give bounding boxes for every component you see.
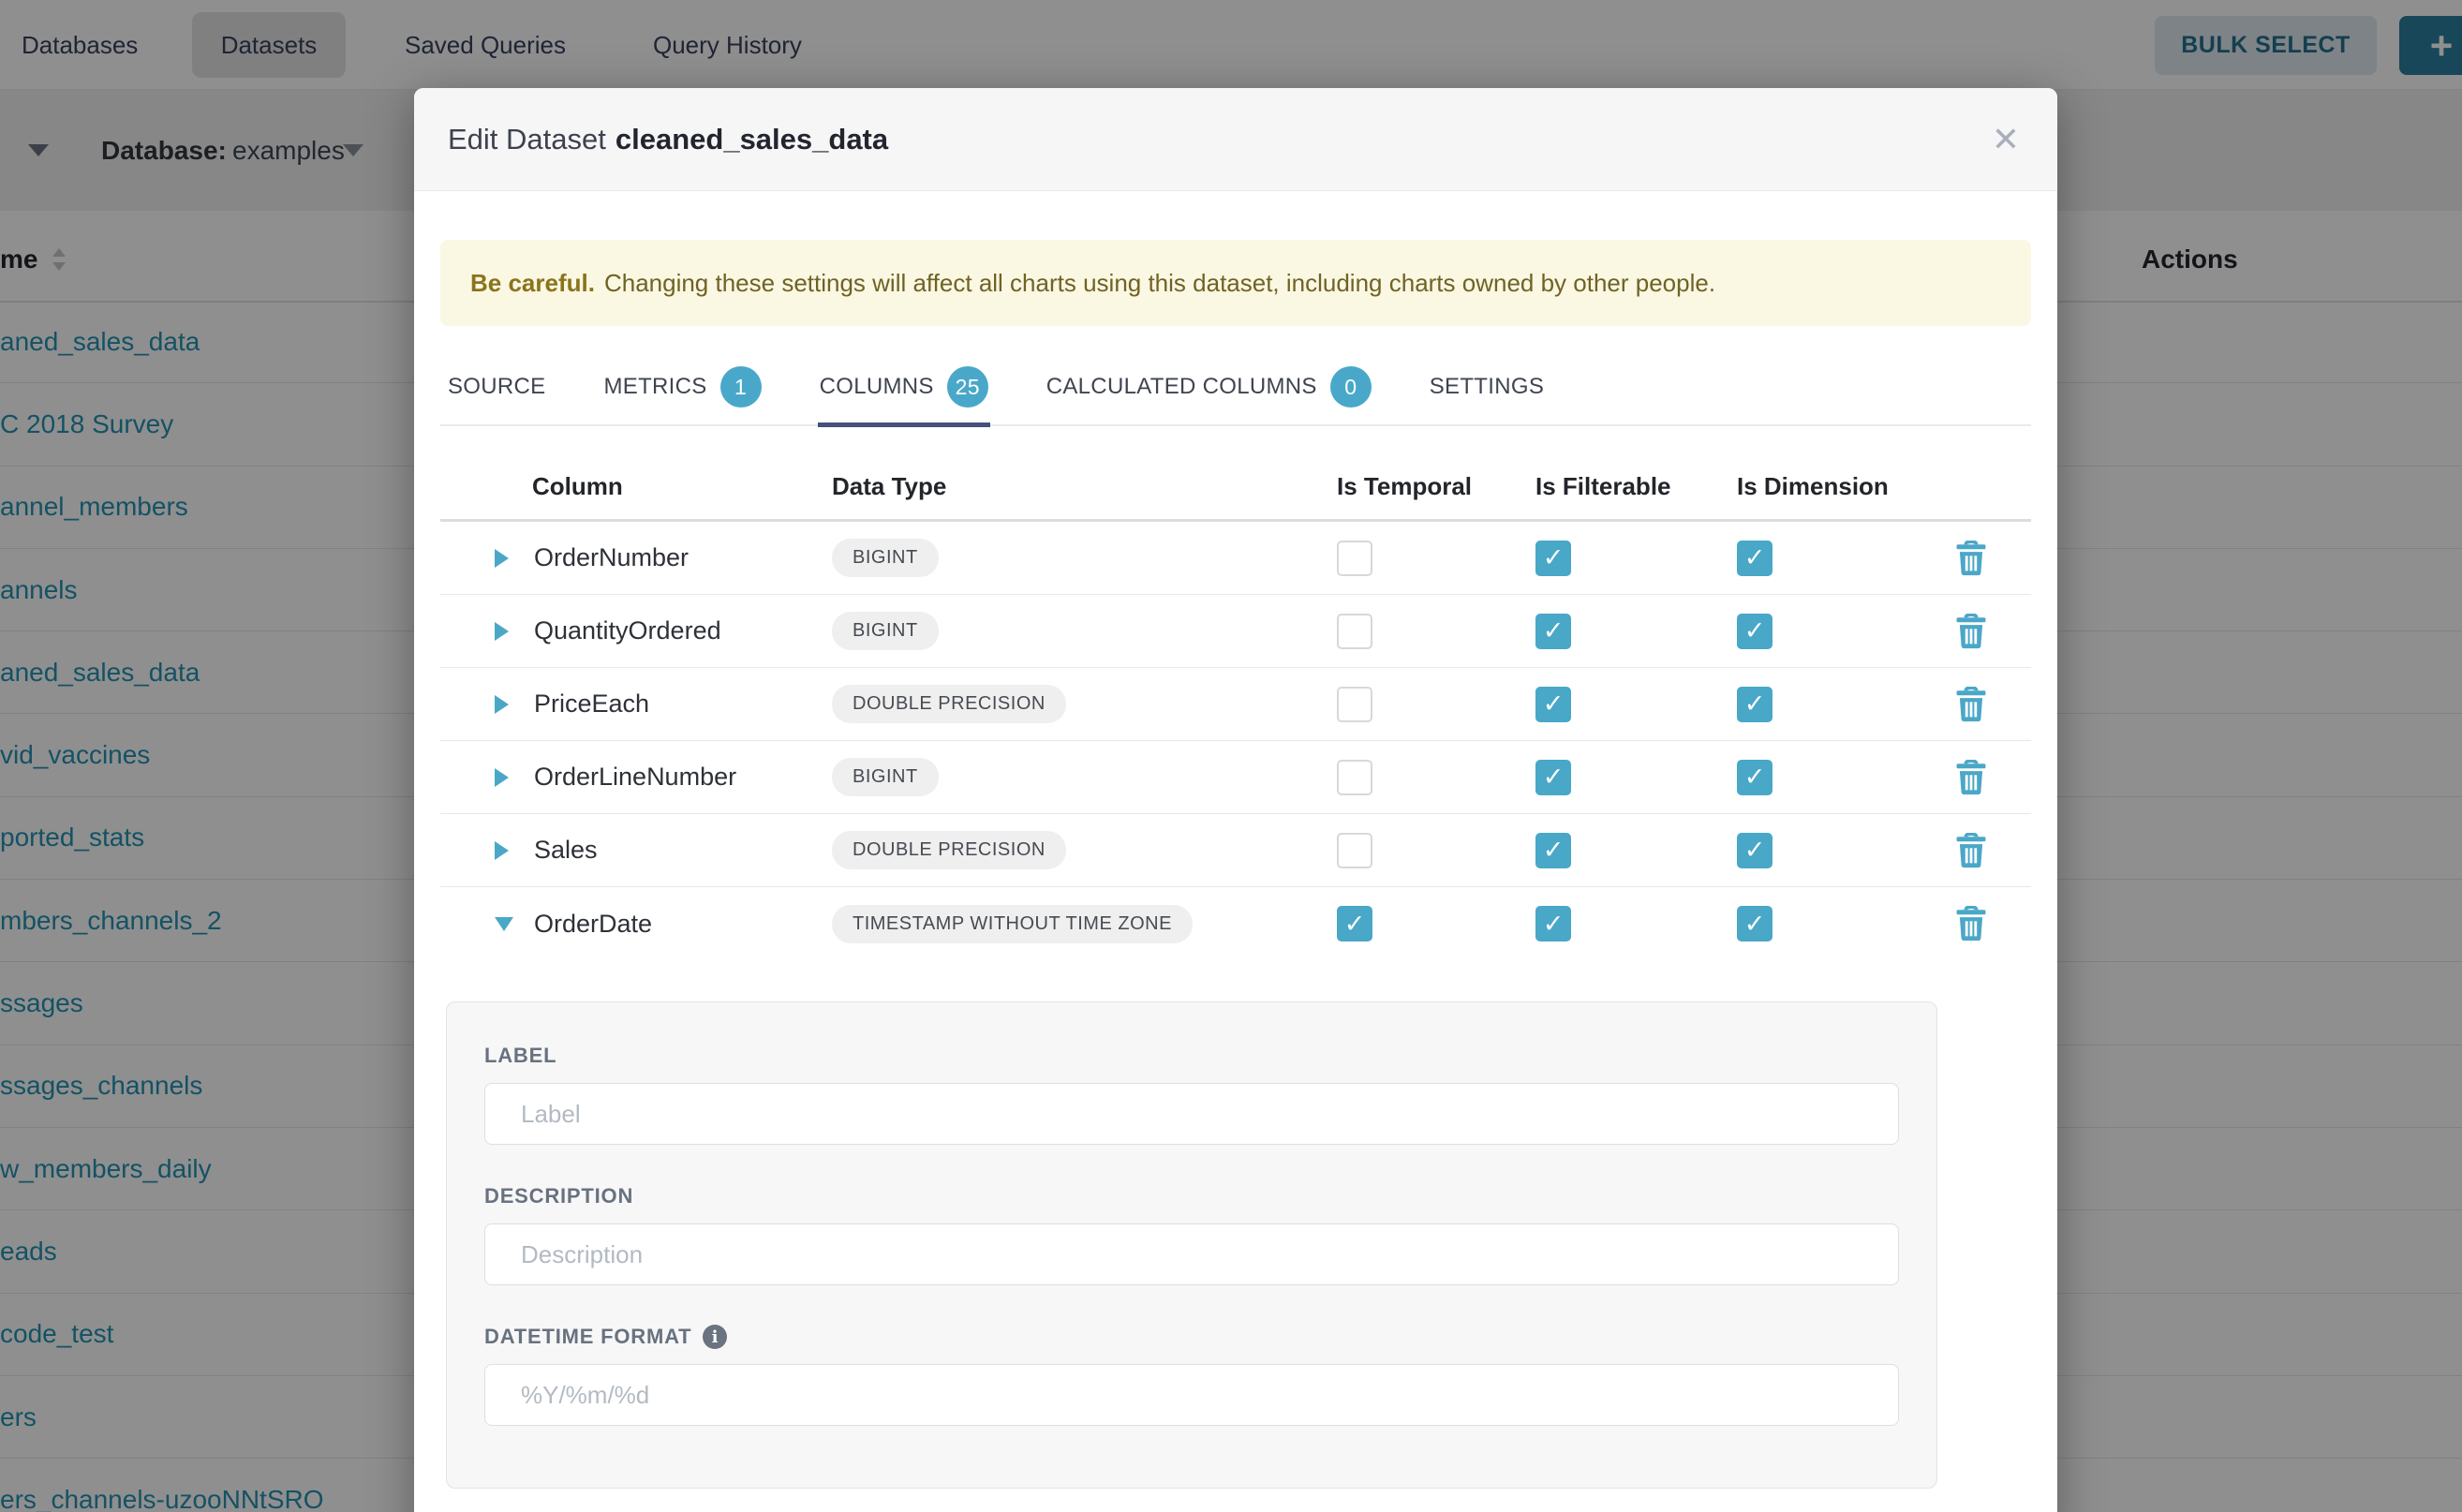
columns-table-header: Column Data Type Is Temporal Is Filterab… <box>440 454 2031 522</box>
label-field-label: LABEL <box>484 1044 1899 1068</box>
column-row: OrderNumber BIGINT ✓ ✓ <box>440 522 2031 595</box>
close-icon[interactable]: ✕ <box>1992 123 2020 156</box>
tab-source[interactable]: SOURCE <box>446 349 547 424</box>
expand-caret-icon[interactable] <box>495 695 509 714</box>
is-filterable-checkbox[interactable]: ✓ <box>1535 833 1571 868</box>
column-name-text: OrderLineNumber <box>534 763 736 791</box>
info-icon[interactable]: i <box>703 1325 727 1349</box>
delete-column-button[interactable] <box>1955 906 1987 941</box>
is-dimension-checkbox[interactable]: ✓ <box>1737 614 1772 649</box>
column-name-text: PriceEach <box>534 689 649 718</box>
tab-label: COLUMNS <box>820 374 934 400</box>
column-name-text: OrderDate <box>534 910 652 938</box>
warning-banner-bold: Be careful. <box>470 269 595 298</box>
is-temporal-checkbox[interactable]: ✓ <box>1337 906 1372 941</box>
column-data-type: BIGINT <box>832 758 1337 796</box>
datetime-format-input[interactable] <box>484 1364 1899 1426</box>
data-type-pill: DOUBLE PRECISION <box>832 685 1066 723</box>
is-filterable-checkbox[interactable]: ✓ <box>1535 541 1571 576</box>
delete-column-button[interactable] <box>1955 541 1987 576</box>
delete-column-button[interactable] <box>1955 614 1987 649</box>
column-name: OrderLineNumber <box>534 763 832 792</box>
header-is-temporal: Is Temporal <box>1337 472 1535 501</box>
header-data-type: Data Type <box>832 472 1337 501</box>
tab-label: SETTINGS <box>1430 374 1544 400</box>
column-row: OrderLineNumber BIGINT ✓ ✓ <box>440 741 2031 814</box>
column-name-text: Sales <box>534 836 598 864</box>
edit-dataset-modal: Edit Datasetcleaned_sales_data ✕ Be care… <box>414 88 2057 1512</box>
tab-label: METRICS <box>603 374 706 400</box>
column-row: PriceEach DOUBLE PRECISION ✓ ✓ <box>440 668 2031 741</box>
column-data-type: BIGINT <box>832 539 1337 577</box>
tab-label: CALCULATED COLUMNS <box>1046 374 1317 400</box>
is-filterable-checkbox[interactable]: ✓ <box>1535 614 1571 649</box>
header-column: Column <box>495 472 832 501</box>
is-dimension-checkbox[interactable]: ✓ <box>1737 541 1772 576</box>
is-temporal-checkbox[interactable] <box>1337 760 1372 795</box>
data-type-pill: TIMESTAMP WITHOUT TIME ZONE <box>832 905 1193 943</box>
header-is-filterable: Is Filterable <box>1535 472 1737 501</box>
expand-caret-icon[interactable] <box>495 768 509 787</box>
column-name: OrderDate <box>534 910 832 939</box>
is-dimension-checkbox[interactable]: ✓ <box>1737 906 1772 941</box>
is-dimension-checkbox[interactable]: ✓ <box>1737 760 1772 795</box>
columns-table-rows: OrderNumber BIGINT ✓ ✓ QuantityOrdered BIGINT… <box>440 522 2031 960</box>
data-type-pill: BIGINT <box>832 612 939 650</box>
delete-column-button[interactable] <box>1955 687 1987 722</box>
tab-count-badge: 1 <box>720 366 762 408</box>
label-input[interactable] <box>484 1083 1899 1145</box>
column-name-text: OrderNumber <box>534 543 689 571</box>
header-is-dimension: Is Dimension <box>1737 472 1911 501</box>
is-temporal-checkbox[interactable] <box>1337 833 1372 868</box>
column-data-type: DOUBLE PRECISION <box>832 831 1337 869</box>
column-name: QuantityOrdered <box>534 616 832 645</box>
column-name: OrderNumber <box>534 543 832 572</box>
active-tab-underline <box>818 422 990 427</box>
is-filterable-checkbox[interactable]: ✓ <box>1535 760 1571 795</box>
column-detail-panel: LABEL DESCRIPTION DATETIME FORMAT i <box>446 1001 1937 1489</box>
column-row: QuantityOrdered BIGINT ✓ ✓ <box>440 595 2031 668</box>
delete-column-button[interactable] <box>1955 760 1987 795</box>
collapse-caret-icon[interactable] <box>495 917 513 931</box>
tab-label: SOURCE <box>448 374 545 400</box>
datetime-format-field-label: DATETIME FORMAT i <box>484 1325 1899 1349</box>
column-name: PriceEach <box>534 689 832 719</box>
column-row: OrderDate TIMESTAMP WITHOUT TIME ZONE ✓ ✓ ✓ <box>440 887 2031 960</box>
column-name: Sales <box>534 836 832 865</box>
is-temporal-checkbox[interactable] <box>1337 687 1372 722</box>
data-type-pill: BIGINT <box>832 539 939 577</box>
description-input[interactable] <box>484 1223 1899 1285</box>
modal-header: Edit Datasetcleaned_sales_data ✕ <box>414 88 2057 191</box>
is-temporal-checkbox[interactable] <box>1337 614 1372 649</box>
warning-banner-text: Changing these settings will affect all … <box>604 269 1715 298</box>
tab-settings[interactable]: SETTINGS <box>1428 349 1546 424</box>
tab-metrics[interactable]: METRICS 1 <box>601 349 763 424</box>
delete-column-button[interactable] <box>1955 833 1987 868</box>
expand-caret-icon[interactable] <box>495 622 509 641</box>
tab-columns[interactable]: COLUMNS 25 <box>818 349 990 424</box>
is-temporal-checkbox[interactable] <box>1337 541 1372 576</box>
warning-banner: Be careful. Changing these settings will… <box>440 240 2031 326</box>
expand-caret-icon[interactable] <box>495 549 509 568</box>
is-dimension-checkbox[interactable]: ✓ <box>1737 687 1772 722</box>
tab-count-badge: 25 <box>947 366 988 408</box>
data-type-pill: DOUBLE PRECISION <box>832 831 1066 869</box>
is-filterable-checkbox[interactable]: ✓ <box>1535 687 1571 722</box>
modal-tabs: SOURCE METRICS 1 COLUMNS 25 CALCULATED COLUMN… <box>440 349 2031 426</box>
modal-body: Be careful. Changing these settings will… <box>414 240 2057 1489</box>
datasets-page: Databases Datasets Saved Queries Query H… <box>0 0 2462 1512</box>
column-name-text: QuantityOrdered <box>534 616 721 645</box>
tab-calculated-columns[interactable]: CALCULATED COLUMNS 0 <box>1045 349 1373 424</box>
expand-caret-icon[interactable] <box>495 841 509 860</box>
column-data-type: DOUBLE PRECISION <box>832 685 1337 723</box>
column-row: Sales DOUBLE PRECISION ✓ ✓ <box>440 814 2031 887</box>
data-type-pill: BIGINT <box>832 758 939 796</box>
tab-count-badge: 0 <box>1330 366 1372 408</box>
description-field-label: DESCRIPTION <box>484 1184 1899 1208</box>
modal-title: Edit Datasetcleaned_sales_data <box>448 123 888 156</box>
column-data-type: TIMESTAMP WITHOUT TIME ZONE <box>832 905 1337 943</box>
column-data-type: BIGINT <box>832 612 1337 650</box>
is-filterable-checkbox[interactable]: ✓ <box>1535 906 1571 941</box>
is-dimension-checkbox[interactable]: ✓ <box>1737 833 1772 868</box>
